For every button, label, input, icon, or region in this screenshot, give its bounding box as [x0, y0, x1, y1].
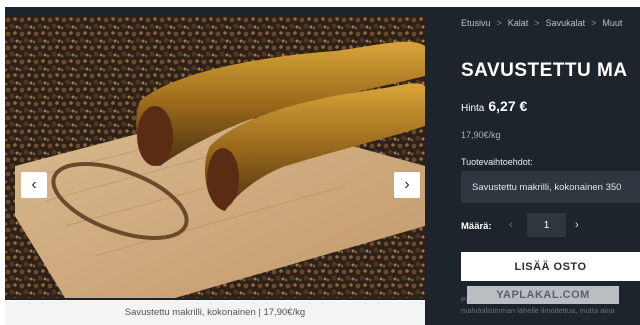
add-to-cart-button[interactable]: LISÄÄ OSTO [461, 252, 640, 281]
variants-label: Tuotevaihtoehdot: [461, 157, 533, 167]
variant-select[interactable]: Savustettu makrilli, kokonainen 350 [461, 171, 640, 203]
breadcrumb-item-muut[interactable]: Muut [602, 18, 622, 28]
chevron-left-icon: ‹ [31, 176, 37, 193]
price-value: 6,27 € [488, 98, 528, 114]
unit-price: 17,90€/kg [461, 130, 501, 140]
quantity-input[interactable]: 1 [527, 213, 566, 237]
gallery-next-button[interactable]: › [394, 172, 420, 198]
product-title: SAVUSTETTU MA [461, 60, 628, 81]
breadcrumb-separator: > [591, 18, 597, 28]
product-image: ‹ › [5, 16, 425, 298]
breadcrumb-item-savukalat[interactable]: Savukalat [546, 18, 586, 28]
delivery-note-line: mahdollisimman lähelle ilmoitettua, mutt… [461, 306, 615, 315]
chevron-right-icon: › [404, 176, 410, 193]
watermark: YAPLAKAL.COM [467, 286, 619, 304]
image-caption: Savustettu makrilli, kokonainen | 17,90€… [5, 300, 425, 325]
breadcrumb-item-home[interactable]: Etusivu [461, 18, 491, 28]
smoked-mackerel-photo [5, 16, 425, 298]
price: Hinta 6,27 € [461, 98, 527, 114]
breadcrumb-separator: > [496, 18, 502, 28]
quantity-decrease-button[interactable]: ‹ [509, 219, 513, 231]
price-label: Hinta [461, 103, 485, 114]
breadcrumb-separator: > [534, 18, 540, 28]
quantity-label: Määrä: [461, 221, 492, 232]
breadcrumb-item-kalat[interactable]: Kalat [508, 18, 529, 28]
breadcrumb: Etusivu > Kalat > Savukalat > Muut [461, 18, 622, 28]
gallery-prev-button[interactable]: ‹ [21, 172, 47, 198]
page: ‹ › Savustettu makrilli, kokonainen | 17… [0, 0, 640, 325]
quantity-increase-button[interactable]: › [575, 219, 579, 231]
